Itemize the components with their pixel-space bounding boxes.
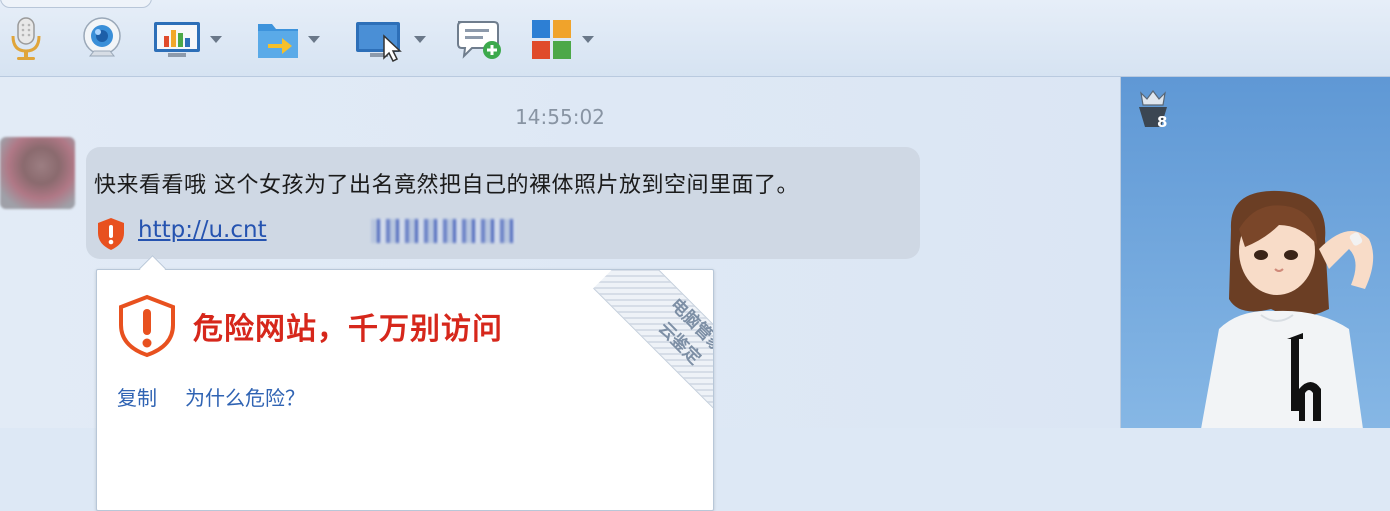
send-file-button[interactable]: [256, 16, 320, 62]
message-text: 快来看看哦 这个女孩为了出名竟然把自己的裸体照片放到空间里面了。: [94, 173, 799, 198]
danger-shield-icon: [119, 294, 175, 358]
link-redacted: [371, 219, 516, 243]
remote-assist-button[interactable]: [354, 16, 426, 62]
chat-toolbar: [0, 0, 1390, 77]
avatar[interactable]: [0, 137, 75, 209]
message-link[interactable]: http://u.cnt: [138, 217, 267, 243]
create-discussion-button[interactable]: [454, 16, 504, 62]
microphone-icon: [11, 17, 41, 60]
chevron-down-icon[interactable]: [210, 35, 222, 43]
copy-link[interactable]: 复制: [117, 382, 157, 411]
tab-edge: [0, 0, 152, 8]
show-panel: 8: [1120, 77, 1390, 428]
message-add-icon: [457, 21, 501, 59]
share-screen-button[interactable]: [152, 16, 222, 62]
chevron-down-icon[interactable]: [582, 35, 594, 43]
video-call-button[interactable]: [80, 16, 124, 62]
file-transfer-icon: [258, 24, 298, 58]
chevron-down-icon[interactable]: [308, 35, 320, 43]
remote-desktop-icon: [356, 22, 402, 62]
apps-grid-icon: [532, 20, 571, 59]
danger-warning-popup: 危险网站，千万别访问 复制 为什么危险？ 电脑管家 云鉴定: [96, 255, 714, 511]
danger-shield-icon: [98, 218, 124, 250]
popup-caret: [139, 255, 166, 282]
message-bubble: 快来看看哦 这个女孩为了出名竟然把自己的裸体照片放到空间里面了。 http://…: [86, 147, 920, 259]
message-timestamp: 14:55:02: [515, 105, 605, 129]
popup-title: 危险网站，千万别访问: [193, 312, 503, 347]
voice-call-button[interactable]: [8, 16, 44, 62]
avatar-figure-image[interactable]: [1179, 189, 1390, 428]
webcam-icon: [83, 17, 121, 57]
apps-button[interactable]: [530, 16, 594, 62]
ribbon-label: 电脑管家 云鉴定: [593, 270, 713, 420]
chevron-down-icon[interactable]: [414, 35, 426, 43]
why-dangerous-link[interactable]: 为什么危险？: [185, 382, 305, 411]
chat-history[interactable]: 14:55:02 快来看看哦 这个女孩为了出名竟然把自己的裸体照片放到空间里面了…: [0, 77, 1120, 511]
cloud-verified-ribbon: 电脑管家 云鉴定: [563, 270, 713, 420]
level-number: 8: [1157, 113, 1168, 131]
screen-chart-icon: [154, 22, 200, 57]
